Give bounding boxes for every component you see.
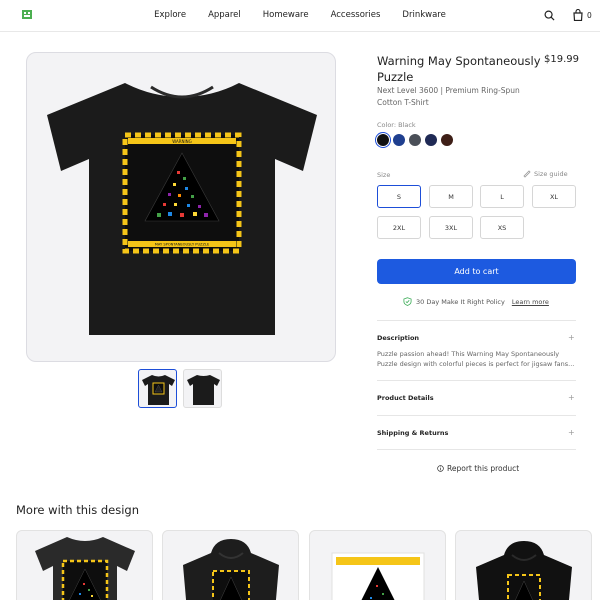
plus-icon[interactable]: + [568,428,575,437]
accordion-details-title[interactable]: Product Details [377,394,434,402]
color-label: Color: Black [377,121,416,129]
nav-explore[interactable]: Explore [143,10,197,20]
policy-note: 30 Day Make It Right Policy Learn more [403,297,549,306]
nav-apparel[interactable]: Apparel [197,10,252,20]
policy-text: 30 Day Make It Right Policy [416,297,505,306]
swatch-charcoal[interactable] [409,134,421,146]
more-section-title: More with this design [16,503,140,517]
learn-more-link[interactable]: Learn more [512,298,549,306]
plus-icon[interactable]: + [568,393,575,402]
nav-drinkware[interactable]: Drinkware [391,10,456,20]
shirt-warning-text: WARNING [172,139,192,144]
size-button-xs[interactable]: XS [480,216,524,239]
shield-check-icon [403,297,412,306]
report-label: Report this product [447,464,520,473]
add-to-cart-button[interactable]: Add to cart [377,259,576,284]
card-hoodie-image [183,539,279,600]
size-button-l[interactable]: L [480,185,524,208]
card-sticker-image [331,552,425,600]
divider [377,449,576,450]
card-hoodie-black-image [476,541,572,600]
product-card-hoodie-black[interactable] [455,530,592,600]
size-label: Size [377,171,391,179]
size-button-m[interactable]: M [429,185,473,208]
divider [377,415,576,416]
nav-homeware[interactable]: Homeware [252,10,320,20]
thumbnail-back[interactable] [183,369,222,408]
report-product-link[interactable]: Report this product [437,464,519,473]
size-button-2xl[interactable]: 2XL [377,216,421,239]
size-button-xl[interactable]: XL [532,185,576,208]
card-tshirt-image [35,537,135,600]
size-button-3xl[interactable]: 3XL [429,216,473,239]
tshirt-image: WARNING MAY SPONTANEOUSLY PUZZLE [47,83,317,335]
product-price: $19.99 [544,54,579,65]
product-card-tshirt[interactable] [16,530,153,600]
swatch-black[interactable] [377,134,389,146]
thumbnail-front[interactable] [138,369,177,408]
ruler-icon [523,170,531,178]
product-subtitle: Next Level 3600 | Premium Ring-Spun Cott… [377,86,520,107]
size-guide-label: Size guide [534,170,568,178]
search-icon[interactable] [544,10,555,21]
color-swatches [377,134,453,146]
shirt-caption-text: MAY SPONTANEOUSLY PUZZLE [155,243,210,247]
product-card-sticker[interactable] [309,530,446,600]
description-text: Puzzle passion ahead! This Warning May S… [377,350,575,368]
swatch-royal-blue[interactable] [393,134,405,146]
swatch-brown[interactable] [441,134,453,146]
info-circle-icon [437,465,444,472]
product-title: Warning May Spontaneously Puzzle [377,54,541,84]
accordion-description-title[interactable]: Description [377,334,419,342]
accordion-shipping-title[interactable]: Shipping & Returns [377,429,448,437]
divider [377,380,576,381]
thumbnail-front-image [142,375,175,405]
cart-count: 0 [587,11,592,20]
thumbnail-back-image [187,375,220,405]
size-button-s[interactable]: S [377,185,421,208]
product-main-image[interactable]: WARNING MAY SPONTANEOUSLY PUZZLE [26,52,336,362]
swatch-navy[interactable] [425,134,437,146]
site-header: Explore Apparel Homeware Accessories Dri… [0,0,600,32]
main-nav: Explore Apparel Homeware Accessories Dri… [0,0,600,30]
shopping-bag-icon[interactable] [572,9,584,21]
plus-icon[interactable]: + [568,333,575,342]
nav-accessories[interactable]: Accessories [320,10,392,20]
size-guide-link[interactable]: Size guide [523,170,568,178]
divider [377,320,576,321]
product-card-hoodie[interactable] [162,530,299,600]
